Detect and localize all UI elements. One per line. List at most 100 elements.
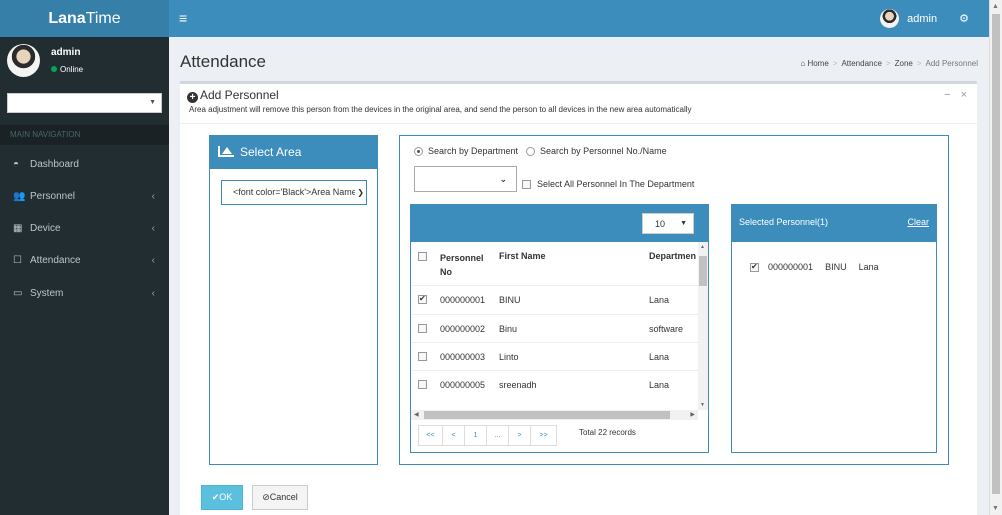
row-checkbox-wrap <box>418 294 433 306</box>
box-title-label: Add Personnel <box>200 88 279 102</box>
breadcrumb-attendance[interactable]: Attendance <box>841 59 881 68</box>
scroll-down-icon[interactable]: ▼ <box>992 505 999 512</box>
row-checkbox[interactable] <box>418 352 427 361</box>
area-select-value: <font color='Black'>Area Name <box>233 187 357 197</box>
scrollbar-thumb[interactable] <box>992 14 1000 494</box>
page-scrollbar[interactable]: ▲ ▼ <box>989 0 1002 515</box>
personnel-no: 000000005 <box>440 380 486 390</box>
breadcrumb-current: Add Personnel <box>925 59 978 68</box>
selected-department: Lana <box>858 262 879 272</box>
sidebar-item-attendance[interactable]: ☐ Attendance ‹ <box>0 245 169 277</box>
personnel-no: 000000003 <box>440 352 486 362</box>
table-row[interactable]: 000000003 Linto Lana <box>411 342 698 370</box>
nav-header: MAIN NAVIGATION <box>0 125 169 145</box>
sidebar-search-select[interactable]: ▼ <box>7 93 162 113</box>
radio-label: Search by Department <box>428 146 519 156</box>
chevron-left-icon: ‹ <box>151 288 155 299</box>
chevron-left-icon: ‹ <box>151 223 155 234</box>
breadcrumb-zone[interactable]: Zone <box>895 59 913 68</box>
radio-option-2: Search by Personnel No./Name <box>522 146 667 156</box>
divider <box>180 123 977 124</box>
sidebar-item-system[interactable]: ▭ System ‹ <box>0 278 169 310</box>
brand-light: Time <box>85 10 121 27</box>
column-header-department[interactable]: Departmen <box>649 251 696 261</box>
ok-label: OK <box>219 492 233 502</box>
sidebar-item-device[interactable]: ▦ Device ‹ <box>0 213 169 245</box>
first-name: Linto <box>499 352 519 362</box>
row-checkbox-wrap <box>418 380 433 391</box>
page-ellipsis: ... <box>486 425 509 446</box>
user-menu[interactable]: admin ⚙ <box>880 9 969 28</box>
minimize-icon[interactable]: − <box>944 89 950 101</box>
page-size-value: 10 <box>655 219 666 229</box>
total-records: Total 22 records <box>579 428 636 437</box>
scroll-left-icon[interactable]: ◀ <box>414 411 419 418</box>
close-icon[interactable]: × <box>961 89 967 101</box>
selected-personnel-no: 000000001 <box>768 262 814 272</box>
page-size-select[interactable]: 10 ▼ <box>642 213 694 234</box>
avatar <box>880 9 900 28</box>
chevron-down-icon: ❯ <box>355 181 364 204</box>
select-all-checkbox[interactable] <box>522 179 531 189</box>
device-icon: ▦ <box>13 223 23 234</box>
page-1-button[interactable]: 1 <box>464 425 487 446</box>
hamburger-icon[interactable]: ≡ <box>179 11 187 25</box>
page-first-button[interactable]: << <box>418 425 443 446</box>
cancel-button[interactable]: ⊘Cancel <box>252 485 308 510</box>
selected-row-checkbox[interactable] <box>750 262 759 272</box>
sidebar-item-label: Device <box>30 223 61 234</box>
ban-icon: ⊘ <box>262 492 270 502</box>
scroll-up-icon[interactable]: ▲ <box>992 3 999 10</box>
caret-down-icon: ▼ <box>680 220 687 227</box>
select-area-panel: Select Area <font color='Black'>Area Nam… <box>209 135 378 465</box>
area-chart-icon <box>218 146 234 157</box>
department: Lana <box>649 352 670 362</box>
area-name-select[interactable]: <font color='Black'>Area Name ❯ <box>221 180 367 205</box>
column-header-personnel-no[interactable]: Personnel No <box>440 251 484 279</box>
breadcrumb-separator: > <box>832 59 838 68</box>
row-checkbox[interactable] <box>418 294 427 304</box>
table-row[interactable]: 000000005 sreenadh Lana <box>411 370 698 399</box>
gears-icon[interactable]: ⚙ <box>959 12 969 25</box>
select-area-title: Select Area <box>240 145 302 159</box>
breadcrumb-home[interactable]: Home <box>807 59 828 68</box>
topbar-user-name: admin <box>907 12 938 25</box>
clear-link[interactable]: Clear <box>907 217 929 227</box>
table-toolbar: 10 ▼ <box>411 205 708 242</box>
page-last-button[interactable]: >> <box>530 425 557 446</box>
table-row[interactable]: 000000002 Binu software <box>411 314 698 342</box>
department-select[interactable]: ⌄ <box>414 166 517 192</box>
plus-circle-icon: + <box>187 92 198 103</box>
table-row[interactable]: 000000001 BINU Lana <box>411 285 698 314</box>
scroll-right-icon[interactable]: ▶ <box>690 411 695 418</box>
selected-first-name: BINU <box>825 262 847 272</box>
table-header-row: Personnel No First Name Departmen <box>411 242 698 285</box>
select-area-header: Select Area <box>210 136 377 169</box>
select-all-row: Select All Personnel In The Department <box>522 179 694 189</box>
scroll-down-icon[interactable]: ▼ <box>700 402 705 408</box>
sidebar-item-label: Dashboard <box>30 159 79 170</box>
table-vertical-scrollbar[interactable]: ▲ ▼ <box>698 242 708 410</box>
app-logo[interactable]: LanaTime <box>0 0 169 37</box>
selected-row[interactable]: 000000001 BINU Lana <box>750 262 891 272</box>
radio-search-by-personnel[interactable] <box>526 146 536 156</box>
row-checkbox[interactable] <box>418 324 427 333</box>
row-checkbox[interactable] <box>418 380 427 389</box>
header-checkbox-wrap <box>418 252 433 263</box>
sidebar-item-personnel[interactable]: 👥 Personnel ‹ <box>0 181 169 213</box>
column-header-first-name[interactable]: First Name <box>499 251 546 261</box>
scrollbar-thumb[interactable] <box>424 411 670 419</box>
search-panel: Search by Department Search by Personnel… <box>399 135 949 465</box>
page-prev-button[interactable]: < <box>442 425 465 446</box>
select-page-checkbox[interactable] <box>418 252 427 261</box>
ok-button[interactable]: ✔OK <box>201 485 243 510</box>
page-next-button[interactable]: > <box>508 425 531 446</box>
scrollbar-thumb[interactable] <box>699 256 707 286</box>
box-title: + Add Personnel <box>187 88 279 103</box>
scroll-up-icon[interactable]: ▲ <box>700 244 705 250</box>
avatar <box>7 44 40 77</box>
radio-search-by-department[interactable] <box>414 146 423 156</box>
table-horizontal-scrollbar[interactable]: ◀ ▶ <box>411 410 698 420</box>
sidebar-item-dashboard[interactable]: ◓ Dashboard <box>0 149 169 181</box>
table-body: Personnel No First Name Departmen 0000000… <box>411 242 698 410</box>
